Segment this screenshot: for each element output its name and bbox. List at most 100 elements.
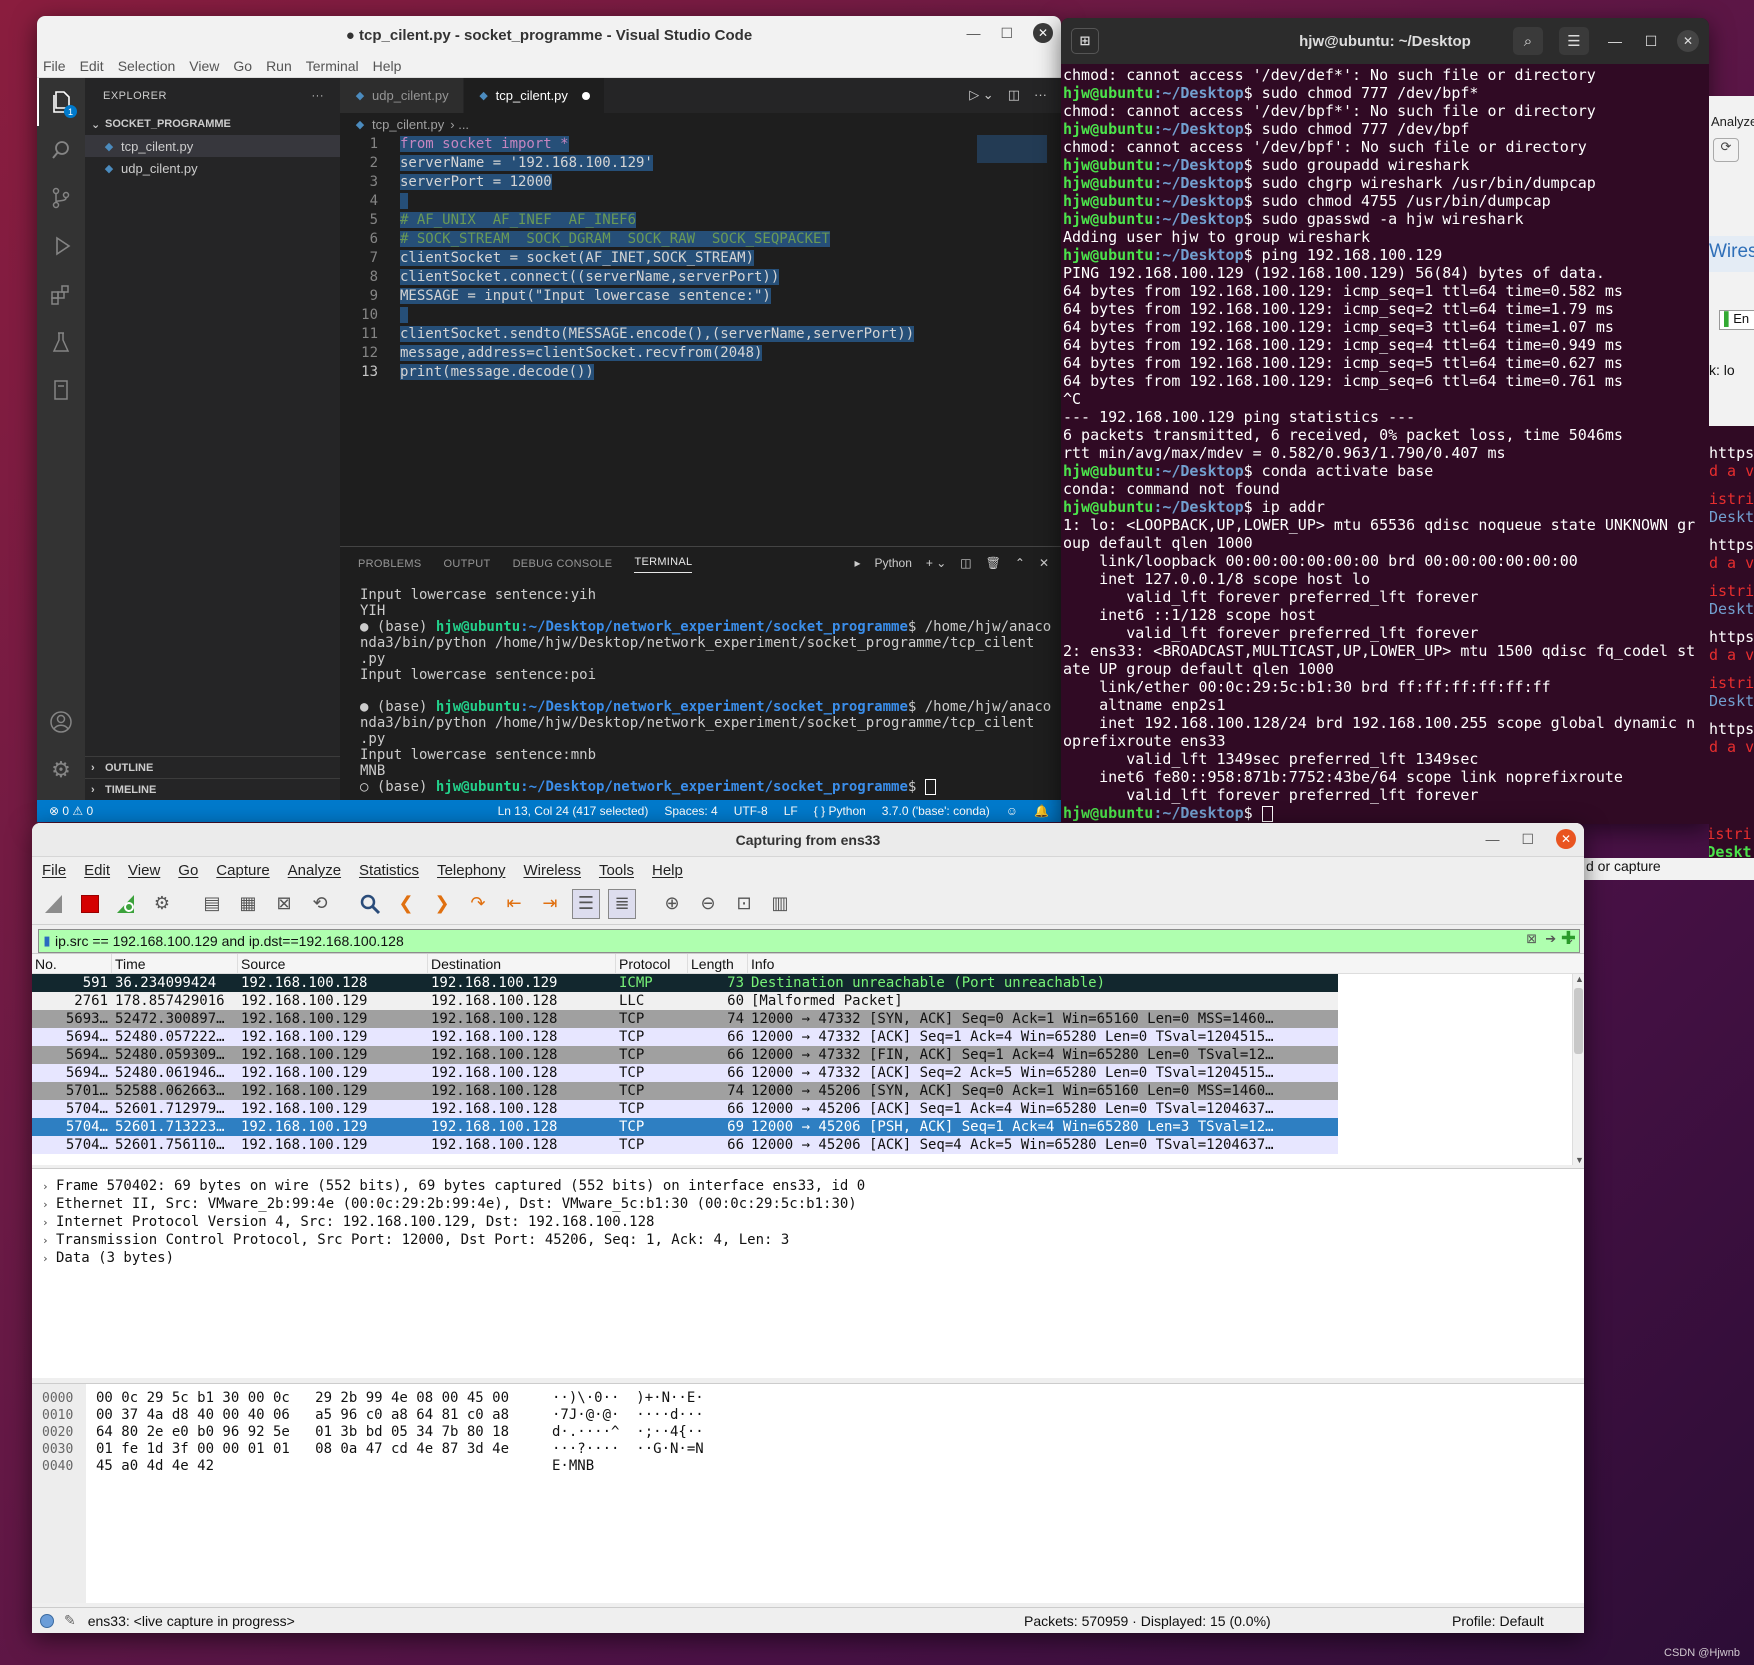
col-info[interactable]: Info <box>748 954 1584 973</box>
packet-row[interactable]: 5693… 52472.300897… 192.168.100.129 192.168… <box>32 1010 1338 1028</box>
run-icon[interactable]: ▷ ⌄ <box>969 87 994 103</box>
code-line[interactable]: 2 serverName = '192.168.100.129' <box>340 154 1061 173</box>
find-packet-icon[interactable] <box>356 889 384 919</box>
maximize-icon[interactable]: ☐ <box>1641 33 1661 50</box>
add-filter-button-icon[interactable]: ✚ <box>1561 928 1576 949</box>
menu-view[interactable]: View <box>128 862 160 879</box>
packet-row[interactable]: 5704… 52601.756110… 192.168.100.129 192.168… <box>32 1136 1338 1154</box>
timeline-section[interactable]: › TIMELINE <box>85 778 340 800</box>
expand-arrow-icon[interactable]: › <box>42 1214 56 1232</box>
restart-capture-icon[interactable] <box>112 889 140 919</box>
maximize-icon[interactable]: ☐ <box>1000 25 1013 42</box>
menu-terminal[interactable]: Terminal <box>306 58 359 74</box>
expand-arrow-icon[interactable]: › <box>42 1250 56 1268</box>
python-interpreter[interactable]: 3.7.0 ('base': conda) <box>882 804 990 818</box>
autoscroll-icon[interactable]: ☰ <box>572 888 600 919</box>
menu-capture[interactable]: Capture <box>216 862 269 879</box>
edit-comment-icon[interactable]: ✎ <box>64 1612 76 1629</box>
code-line[interactable]: 7 clientSocket = socket(AF_INET,SOCK_STRE… <box>340 249 1061 268</box>
apply-filter-icon[interactable]: ➔ <box>1545 931 1556 947</box>
source-control-icon[interactable] <box>37 174 85 222</box>
trash-icon[interactable]: 🗑 <box>986 556 1001 570</box>
bytes-hex[interactable]: 00 0c 29 5c b1 30 00 0c 29 2b 99 4e 08 0… <box>86 1384 552 1603</box>
menu-go[interactable]: Go <box>233 58 252 74</box>
menu-view[interactable]: View <box>189 58 219 74</box>
remote-explorer-icon[interactable] <box>37 366 85 414</box>
detail-tree-item[interactable]: › Ethernet II, Src: VMware_2b:99:4e (00:0… <box>32 1195 1584 1213</box>
tab-debug-console[interactable]: DEBUG CONSOLE <box>513 558 613 570</box>
file-udp-cilent[interactable]: ◆ udp_cilent.py <box>85 157 340 179</box>
explorer-icon[interactable]: 1 <box>37 78 85 126</box>
run-debug-icon[interactable] <box>37 222 85 270</box>
close-icon[interactable]: ✕ <box>1677 30 1699 52</box>
tab-terminal[interactable]: TERMINAL <box>634 556 693 573</box>
tab-problems[interactable]: PROBLEMS <box>358 558 422 570</box>
code-line[interactable]: 1 from socket import * <box>340 135 1061 154</box>
language-mode[interactable]: { } Python <box>814 804 866 818</box>
split-editor-icon[interactable]: ◫ <box>1008 87 1020 103</box>
packet-row[interactable]: 5701… 52588.062663… 192.168.100.129 192.168… <box>32 1082 1338 1100</box>
integrated-terminal[interactable]: Input lowercase sentence:yih YIH ● (base… <box>340 581 1061 801</box>
menu-telephony[interactable]: Telephony <box>437 862 505 879</box>
packet-row[interactable]: 5694… 52480.061946… 192.168.100.129 192.168… <box>32 1064 1338 1082</box>
clear-filter-icon[interactable]: ⊠ <box>1526 931 1537 947</box>
account-icon[interactable] <box>37 698 85 746</box>
code-line[interactable]: 10 <box>340 306 1061 325</box>
problems-status[interactable]: ⊗ 0 ⚠ 0 <box>49 804 469 818</box>
minimize-icon[interactable]: — <box>1605 33 1625 49</box>
menu-run[interactable]: Run <box>266 58 292 74</box>
testing-icon[interactable] <box>37 318 85 366</box>
add-terminal-icon[interactable]: + ⌄ <box>926 556 946 570</box>
detail-tree-item[interactable]: › Internet Protocol Version 4, Src: 192.1… <box>32 1213 1584 1231</box>
stop-capture-icon[interactable] <box>76 889 104 919</box>
col-no[interactable]: No. <box>32 954 112 973</box>
last-packet-icon[interactable]: ⇥ <box>536 889 564 919</box>
col-destination[interactable]: Destination <box>428 954 616 973</box>
resize-columns-icon[interactable]: ▥ <box>766 889 794 919</box>
packet-row[interactable]: 5694… 52480.059309… 192.168.100.129 192.168… <box>32 1046 1338 1064</box>
minimize-icon[interactable]: — <box>1485 831 1499 847</box>
search-icon[interactable]: ⌕ <box>1513 27 1543 55</box>
more-actions-icon[interactable]: ··· <box>1034 87 1047 103</box>
unsaved-dot-icon[interactable] <box>581 91 590 100</box>
menu-analyze[interactable]: Analyze <box>288 862 341 879</box>
chevron-up-icon[interactable]: ⌃ <box>1015 556 1025 570</box>
packet-row[interactable]: 5704… 52601.712979… 192.168.100.129 192.168… <box>32 1100 1338 1118</box>
feedback-icon[interactable]: ☺ <box>1006 804 1018 818</box>
code-line[interactable]: 11 clientSocket.sendto(MESSAGE.encode(),(… <box>340 325 1061 344</box>
refresh-icon[interactable]: ⟳ <box>1713 138 1739 162</box>
packet-row[interactable]: 5704… 52601.713223… 192.168.100.129 192.168… <box>32 1118 1338 1136</box>
code-line[interactable]: 3 serverPort = 12000 <box>340 173 1061 192</box>
close-file-icon[interactable]: ⊠ <box>270 889 298 919</box>
open-file-icon[interactable]: ▤ <box>198 889 226 919</box>
zoom-out-icon[interactable]: ⊖ <box>694 889 722 919</box>
reload-file-icon[interactable]: ⟲ <box>306 889 334 919</box>
profile[interactable]: Profile: Default <box>1452 1613 1544 1629</box>
menu-edit[interactable]: Edit <box>80 58 104 74</box>
capture-options-icon[interactable]: ⚙ <box>148 889 176 919</box>
minimize-icon[interactable]: — <box>966 25 980 41</box>
menu-go[interactable]: Go <box>178 862 198 879</box>
search-icon[interactable] <box>37 126 85 174</box>
hamburger-menu-icon[interactable]: ☰ <box>1559 27 1589 55</box>
breadcrumb-file[interactable]: tcp_cilent.py <box>372 117 444 132</box>
code-line[interactable]: 6 # SOCK_STREAM SOCK_DGRAM SOCK_RAW SOCK_… <box>340 230 1061 249</box>
menu-edit[interactable]: Edit <box>84 862 110 879</box>
maximize-icon[interactable]: ☐ <box>1521 831 1534 848</box>
code-line[interactable]: 4 <box>340 192 1061 211</box>
col-source[interactable]: Source <box>238 954 428 973</box>
code-line[interactable]: 9 MESSAGE = input("Input lowercase senten… <box>340 287 1061 306</box>
expand-arrow-icon[interactable]: › <box>42 1232 56 1250</box>
cursor-position[interactable]: Ln 13, Col 24 (417 selected) <box>498 804 649 818</box>
breadcrumb-more[interactable]: › ... <box>450 117 469 132</box>
menu-tools[interactable]: Tools <box>599 862 634 879</box>
go-to-packet-icon[interactable]: ↷ <box>464 889 492 919</box>
outline-section[interactable]: › OUTLINE <box>85 756 340 778</box>
capture-status-icon[interactable] <box>40 1613 54 1628</box>
detail-tree-item[interactable]: › Frame 570402: 69 bytes on wire (552 bit… <box>32 1177 1584 1195</box>
file-tcp-cilent[interactable]: ◆ tcp_cilent.py <box>85 135 340 157</box>
col-length[interactable]: Length <box>688 954 748 973</box>
menu-selection[interactable]: Selection <box>118 58 176 74</box>
new-tab-icon[interactable]: ⊞ <box>1071 28 1099 54</box>
menu-help[interactable]: Help <box>652 862 683 879</box>
